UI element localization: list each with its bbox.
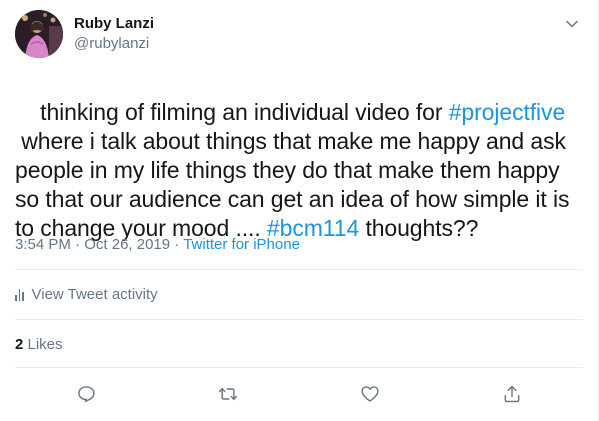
share-icon	[504, 385, 520, 403]
divider	[15, 269, 583, 270]
chevron-down-icon[interactable]	[562, 14, 582, 34]
divider	[15, 319, 583, 320]
reply-icon	[78, 386, 95, 403]
author-display-name[interactable]: Ruby Lanzi	[74, 15, 154, 32]
heart-icon	[361, 386, 379, 402]
bar-chart-icon	[15, 288, 24, 301]
likes-label: Likes	[23, 336, 63, 353]
tweet-date[interactable]: Oct 26, 2019	[84, 236, 170, 253]
share-button[interactable]	[497, 379, 527, 409]
meta-separator: ·	[170, 236, 184, 253]
tweet-card: Ruby Lanzi @rubylanzi thinking of filmin…	[0, 0, 599, 421]
view-tweet-activity-label: View Tweet activity	[31, 286, 158, 303]
retweet-icon	[218, 387, 238, 401]
tweet-actions-bar	[0, 379, 599, 409]
retweet-button[interactable]	[213, 379, 243, 409]
tweet-text-segment: thoughts??	[359, 215, 479, 241]
hashtag-link[interactable]: #projectfive	[449, 99, 566, 125]
author-handle[interactable]: @rubylanzi	[74, 35, 149, 52]
tweet-text-segment: thinking of filming an individual video …	[40, 99, 449, 125]
tweet-time[interactable]: 3:54 PM	[15, 236, 71, 253]
meta-separator: ·	[70, 236, 85, 253]
reply-button[interactable]	[71, 379, 101, 409]
likes-count-link[interactable]: 2 Likes	[15, 336, 63, 353]
tweet-metadata: 3:54 PM · Oct 26, 2019 · Twitter for iPh…	[15, 236, 300, 253]
view-tweet-activity-link[interactable]: View Tweet activity	[15, 286, 158, 303]
tweet-source-link[interactable]: Twitter for iPhone	[183, 236, 300, 253]
like-button[interactable]	[355, 379, 385, 409]
avatar[interactable]	[15, 10, 63, 58]
divider	[15, 367, 583, 368]
